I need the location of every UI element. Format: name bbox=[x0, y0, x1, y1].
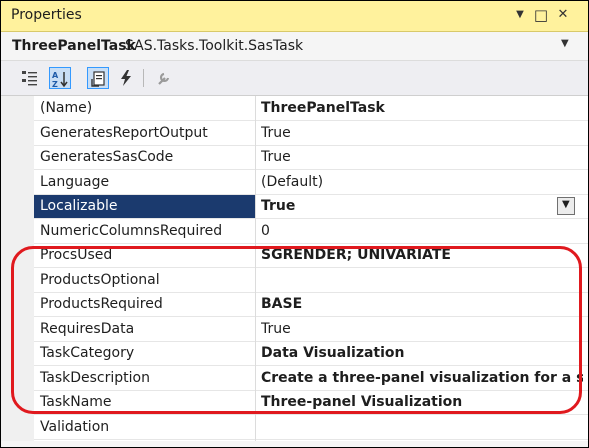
object-selector[interactable]: ThreePanelTask SAS.Tasks.Toolkit.SasTask… bbox=[1, 32, 588, 61]
property-row[interactable]: Validation bbox=[34, 416, 588, 440]
property-row[interactable]: RequiresData True bbox=[34, 318, 588, 342]
property-name[interactable]: GeneratesReportOutput bbox=[40, 125, 208, 141]
property-value[interactable]: ThreePanelTask bbox=[261, 100, 583, 116]
property-name[interactable]: NumericColumnsRequired bbox=[40, 223, 222, 239]
property-value[interactable]: Create a three-panel visualization for a… bbox=[261, 370, 583, 386]
property-name[interactable]: TaskCategory bbox=[40, 345, 134, 361]
property-name[interactable]: ProcsUsed bbox=[40, 247, 112, 263]
property-row[interactable]: Language (Default) bbox=[34, 171, 588, 195]
window-title: Properties bbox=[11, 7, 82, 23]
toolbar-separator bbox=[143, 69, 144, 87]
events-icon[interactable] bbox=[115, 67, 137, 89]
property-row[interactable]: TaskDescription Create a three-panel visu… bbox=[34, 367, 588, 391]
property-value[interactable]: (Default) bbox=[261, 174, 583, 190]
close-icon[interactable]: ✕ bbox=[555, 4, 571, 26]
chevron-down-icon: ▼ bbox=[562, 199, 570, 210]
property-name[interactable]: Localizable bbox=[40, 198, 118, 214]
property-pages-icon[interactable] bbox=[87, 67, 109, 89]
property-row[interactable]: NumericColumnsRequired 0 bbox=[34, 220, 588, 244]
title-bar[interactable]: Properties ▼ □ ✕ bbox=[1, 1, 588, 32]
property-row[interactable]: TaskCategory Data Visualization bbox=[34, 342, 588, 366]
property-name[interactable]: ProductsOptional bbox=[40, 272, 160, 288]
dropdown-icon[interactable]: ▼ bbox=[513, 4, 527, 26]
property-row[interactable]: ProcsUsed SGRENDER; UNIVARIATE bbox=[34, 244, 588, 268]
svg-text:Z: Z bbox=[52, 80, 58, 88]
property-value[interactable]: True bbox=[261, 149, 583, 165]
property-row[interactable]: ProductsRequired BASE bbox=[34, 293, 588, 317]
property-row[interactable]: GeneratesSasCode True bbox=[34, 146, 588, 170]
object-type: SAS.Tasks.Toolkit.SasTask bbox=[125, 38, 304, 54]
property-row[interactable]: (Name) ThreePanelTask bbox=[34, 97, 588, 121]
categorized-icon[interactable] bbox=[19, 67, 41, 89]
property-row[interactable]: ProductsOptional bbox=[34, 269, 588, 293]
value-dropdown-button[interactable]: ▼ bbox=[557, 197, 575, 215]
properties-window: Properties ▼ □ ✕ ThreePanelTask SAS.Task… bbox=[0, 0, 589, 448]
object-name: ThreePanelTask bbox=[12, 38, 136, 54]
toolbar: A Z bbox=[1, 61, 588, 96]
property-value[interactable]: SGRENDER; UNIVARIATE bbox=[261, 247, 583, 263]
property-name[interactable]: RequiresData bbox=[40, 321, 134, 337]
property-name[interactable]: Language bbox=[40, 174, 109, 190]
column-divider[interactable] bbox=[255, 96, 256, 441]
property-name[interactable]: GeneratesSasCode bbox=[40, 149, 173, 165]
maximize-icon[interactable]: □ bbox=[533, 4, 549, 26]
property-name[interactable]: TaskName bbox=[40, 394, 112, 410]
property-name[interactable]: Validation bbox=[40, 419, 109, 435]
property-value[interactable]: Data Visualization bbox=[261, 345, 583, 361]
property-row[interactable]: TaskName Three-panel Visualization bbox=[34, 391, 588, 415]
chevron-down-icon[interactable]: ▼ bbox=[561, 38, 569, 49]
wrench-icon[interactable] bbox=[153, 67, 175, 89]
property-grid: (Name) ThreePanelTask GeneratesReportOutpu… bbox=[1, 96, 588, 441]
property-row[interactable]: Localizable True ▼ bbox=[34, 195, 588, 219]
property-value[interactable]: Three-panel Visualization bbox=[261, 394, 583, 410]
property-value[interactable]: 0 bbox=[261, 223, 583, 239]
property-value[interactable]: True bbox=[261, 321, 583, 337]
svg-text:A: A bbox=[52, 71, 59, 80]
property-value[interactable]: BASE bbox=[261, 296, 583, 312]
property-name[interactable]: ProductsRequired bbox=[40, 296, 163, 312]
property-name[interactable]: TaskDescription bbox=[40, 370, 150, 386]
grid-margin bbox=[1, 96, 34, 441]
property-name[interactable]: (Name) bbox=[40, 100, 92, 116]
property-value[interactable]: True bbox=[261, 125, 583, 141]
alphabetical-icon[interactable]: A Z bbox=[49, 67, 71, 89]
property-row[interactable]: GeneratesReportOutput True bbox=[34, 122, 588, 146]
property-value[interactable]: True bbox=[261, 198, 583, 214]
